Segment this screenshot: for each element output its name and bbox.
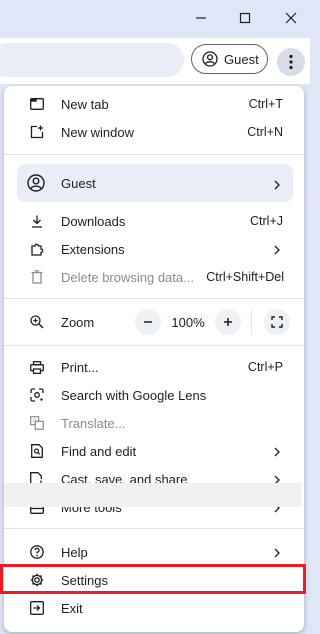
menu-separator [4,298,304,299]
maximize-icon [239,12,251,24]
exit-icon [30,601,44,615]
fullscreen-icon [271,316,283,328]
chrome-menu: New tab Ctrl+T New window Ctrl+N Guest D… [4,86,304,632]
chevron-right-icon [274,546,280,561]
printer-icon [30,360,44,374]
minus-icon [144,321,152,323]
menu-item-extensions[interactable]: Extensions [4,235,304,263]
puzzle-piece-icon [30,242,44,256]
menu-separator [4,154,304,155]
minimize-icon [196,17,206,19]
new-tab-icon [30,97,44,111]
menu-item-delete-browsing-data[interactable]: Delete browsing data... Ctrl+Shift+Del [4,263,304,291]
zoom-icon [30,315,44,329]
menu-button[interactable] [277,48,305,76]
fullscreen-button[interactable] [264,309,290,335]
menu-item-help[interactable]: Help [4,538,304,566]
close-icon [285,12,297,24]
new-window-icon [30,125,44,139]
zoom-in-button[interactable] [215,309,241,335]
menu-item-print[interactable]: Print... Ctrl+P [4,353,304,381]
menu-item-translate[interactable]: G Translate... [4,409,304,437]
svg-text:G: G [33,419,37,425]
settings-row-background [4,483,301,507]
trash-icon [30,270,44,284]
menu-item-new-window[interactable]: New window Ctrl+N [4,118,304,146]
find-in-page-icon [30,444,44,458]
menu-item-downloads[interactable]: Downloads Ctrl+J [4,207,304,235]
chevron-right-icon [274,178,280,193]
browser-toolbar: Guest [0,38,310,84]
plus-icon [224,318,232,326]
title-bar [0,0,310,38]
menu-item-new-tab[interactable]: New tab Ctrl+T [4,90,304,118]
translate-icon: G [30,416,44,430]
menu-item-exit[interactable]: Exit [4,594,304,622]
menu-separator [4,528,304,529]
zoom-level: 100% [171,315,205,330]
profile-label: Guest [224,51,259,67]
zoom-out-button[interactable] [135,309,161,335]
download-icon [30,214,44,228]
menu-item-google-lens[interactable]: Search with Google Lens [4,381,304,409]
menu-separator [4,345,304,346]
help-icon [30,545,44,559]
chevron-right-icon [274,243,280,258]
three-dots-icon [289,54,293,70]
chevron-right-icon [274,445,280,460]
menu-item-guest-profile[interactable]: Guest [17,164,293,202]
profile-button[interactable]: Guest [191,44,268,74]
profile-icon [202,51,218,67]
minimize-button[interactable] [186,4,216,32]
zoom-divider [251,309,252,335]
menu-item-find-and-edit[interactable]: Find and edit [4,437,304,465]
maximize-button[interactable] [230,4,260,32]
close-window-button[interactable] [276,4,306,32]
profile-icon [27,174,45,192]
google-lens-icon [30,388,44,402]
highlight-box [0,564,306,594]
address-bar[interactable] [0,43,184,77]
